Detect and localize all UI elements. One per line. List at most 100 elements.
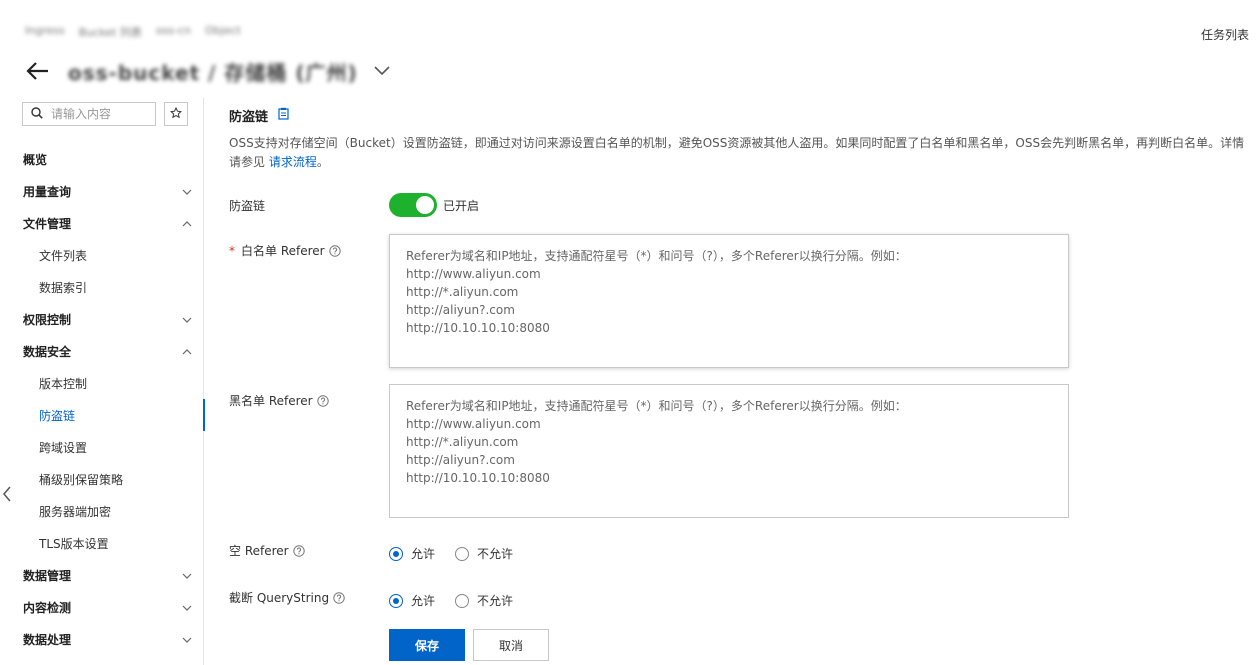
sidebar-item[interactable]: TLS版本设置 bbox=[0, 527, 204, 559]
radio-label: 不允许 bbox=[477, 594, 514, 608]
chevron-down-icon bbox=[182, 568, 192, 582]
breadcrumb-item: Object bbox=[205, 24, 241, 37]
breadcrumb-item[interactable]: Ingress bbox=[25, 24, 65, 40]
blacklist-textarea[interactable]: Referer为域名和IP地址，支持通配符星号（*）和问号（?），多个Refer… bbox=[389, 384, 1069, 518]
cancel-button[interactable]: 取消 bbox=[473, 629, 549, 661]
page-header: oss-bucket / 存储桶 (广州) bbox=[24, 56, 392, 86]
help-icon[interactable] bbox=[333, 591, 345, 604]
sidebar-item[interactable]: 内容检测 bbox=[0, 591, 204, 623]
collapse-sidebar-icon[interactable] bbox=[0, 479, 14, 509]
required-mark: * bbox=[229, 243, 235, 258]
empty-referer-label: 空 Referer bbox=[229, 542, 305, 559]
truncate-label-text: 截断 QueryString bbox=[229, 591, 330, 605]
sidebar-item-label: 数据安全 bbox=[23, 344, 72, 359]
chevron-down-icon bbox=[182, 312, 192, 326]
breadcrumb-item[interactable]: oss-cn bbox=[156, 24, 191, 40]
radio-label: 不允许 bbox=[477, 547, 514, 561]
radio-unchecked-icon bbox=[455, 593, 470, 608]
save-button[interactable]: 保存 bbox=[389, 629, 465, 661]
sidebar-item-label: TLS版本设置 bbox=[39, 536, 109, 551]
sidebar-item-label: 内容检测 bbox=[23, 600, 72, 615]
sidebar-item[interactable]: 跨域设置 bbox=[0, 431, 204, 463]
hotlink-label: 防盗链 bbox=[229, 197, 265, 214]
sidebar-item[interactable]: 桶级别保留策略 bbox=[0, 463, 204, 495]
sidebar-item[interactable]: 版本控制 bbox=[0, 367, 204, 399]
breadcrumb: Ingress Bucket 列表 oss-cn Object bbox=[25, 24, 241, 40]
sidebar-item-label: 概览 bbox=[23, 152, 48, 167]
breadcrumb-item[interactable]: Bucket 列表 bbox=[79, 24, 142, 40]
empty-referer-disallow-radio[interactable]: 不允许 bbox=[455, 545, 513, 562]
sidebar-item[interactable]: 服务器端加密 bbox=[0, 495, 204, 527]
blacklist-label: 黑名单 Referer bbox=[229, 392, 329, 409]
search-input[interactable] bbox=[51, 107, 151, 121]
back-arrow-icon[interactable] bbox=[24, 57, 52, 85]
chevron-down-icon bbox=[182, 600, 192, 614]
description-text: OSS支持对存储空间（Bucket）设置防盗链，即通过对访问来源设置白名单的机制… bbox=[229, 136, 1245, 169]
sidebar-item-label: 桶级别保留策略 bbox=[39, 472, 124, 487]
menu-search[interactable] bbox=[22, 102, 156, 126]
whitelist-textarea[interactable]: Referer为域名和IP地址，支持通配符星号（*）和问号（?），多个Refer… bbox=[389, 234, 1069, 368]
whitelist-label: * 白名单 Referer bbox=[229, 242, 341, 259]
task-list-link[interactable]: 任务列表 bbox=[1201, 26, 1249, 43]
request-flow-link[interactable]: 请求流程 bbox=[269, 155, 317, 169]
help-icon[interactable] bbox=[328, 244, 341, 257]
empty-referer-allow-radio[interactable]: 允许 bbox=[389, 545, 435, 562]
hotlink-switch-row: 已开启 bbox=[389, 193, 479, 217]
truncate-allow-radio[interactable]: 允许 bbox=[389, 592, 435, 609]
sidebar-item-label: 跨域设置 bbox=[39, 440, 88, 455]
radio-checked-icon bbox=[389, 546, 403, 561]
sidebar-item[interactable]: 数据管理 bbox=[0, 559, 204, 591]
sidebar-item[interactable]: 概览 bbox=[0, 143, 204, 175]
chevron-up-icon bbox=[182, 216, 192, 230]
sidebar-item-label: 数据处理 bbox=[23, 632, 72, 647]
sidebar-item-label: 防盗链 bbox=[39, 408, 76, 423]
sidebar-item-label: 用量查询 bbox=[23, 184, 72, 199]
search-icon bbox=[31, 106, 43, 122]
sidebar-item-label: 数据管理 bbox=[23, 568, 72, 583]
document-icon[interactable] bbox=[278, 107, 289, 124]
sidebar-item[interactable]: 数据处理 bbox=[0, 623, 204, 655]
sidebar-item[interactable]: 权限控制 bbox=[0, 303, 204, 335]
sidebar-item-label: 版本控制 bbox=[39, 376, 88, 391]
truncate-radio-group: 允许 不允许 bbox=[389, 592, 513, 609]
radio-unchecked-icon bbox=[455, 546, 470, 561]
switch-status: 已开启 bbox=[443, 198, 480, 213]
form-actions: 保存 取消 bbox=[389, 629, 549, 661]
sidebar-item[interactable]: 数据安全 bbox=[0, 335, 204, 367]
sidebar-item[interactable]: 数据索引 bbox=[0, 271, 204, 303]
blacklist-label-text: 黑名单 Referer bbox=[229, 394, 313, 408]
empty-referer-radio-group: 允许 不允许 bbox=[389, 545, 513, 562]
section-title: 防盗链 bbox=[229, 106, 289, 125]
radio-checked-icon bbox=[389, 593, 403, 608]
whitelist-label-text: 白名单 Referer bbox=[241, 244, 325, 258]
page-title: 防盗链 bbox=[229, 110, 269, 125]
hotlink-toggle[interactable] bbox=[389, 193, 437, 217]
radio-label: 允许 bbox=[411, 594, 436, 608]
chevron-down-icon bbox=[182, 632, 192, 646]
bucket-title: oss-bucket / 存储桶 (广州) bbox=[68, 60, 358, 85]
sidebar-item-label: 权限控制 bbox=[23, 312, 72, 327]
sidebar: 概览用量查询文件管理文件列表数据索引权限控制数据安全版本控制防盗链跨域设置桶级别… bbox=[0, 98, 205, 665]
truncate-querystring-label: 截断 QueryString bbox=[229, 589, 345, 606]
sidebar-item-label: 文件管理 bbox=[23, 216, 72, 231]
sidebar-item-label: 数据索引 bbox=[39, 280, 88, 295]
chevron-down-icon bbox=[182, 184, 192, 198]
description: OSS支持对存储空间（Bucket）设置防盗链，即通过对访问来源设置白名单的机制… bbox=[229, 134, 1247, 172]
truncate-disallow-radio[interactable]: 不允许 bbox=[455, 592, 513, 609]
empty-referer-label-text: 空 Referer bbox=[229, 544, 289, 558]
sidebar-item[interactable]: 用量查询 bbox=[0, 175, 204, 207]
hotlink-label-text: 防盗链 bbox=[229, 199, 266, 213]
favorite-button[interactable] bbox=[164, 102, 188, 126]
star-icon bbox=[169, 106, 183, 122]
sidebar-item[interactable]: 防盗链 bbox=[0, 399, 205, 431]
chevron-up-icon bbox=[182, 344, 192, 358]
sidebar-item-label: 服务器端加密 bbox=[39, 504, 112, 519]
sidebar-item-label: 文件列表 bbox=[39, 248, 88, 263]
chevron-down-icon[interactable] bbox=[372, 61, 392, 81]
help-icon[interactable] bbox=[316, 394, 329, 407]
sidebar-item[interactable]: 文件管理 bbox=[0, 207, 204, 239]
sidebar-menu: 概览用量查询文件管理文件列表数据索引权限控制数据安全版本控制防盗链跨域设置桶级别… bbox=[0, 143, 205, 655]
sidebar-item[interactable]: 文件列表 bbox=[0, 239, 204, 271]
help-icon[interactable] bbox=[292, 544, 305, 557]
description-end: 。 bbox=[316, 155, 329, 169]
